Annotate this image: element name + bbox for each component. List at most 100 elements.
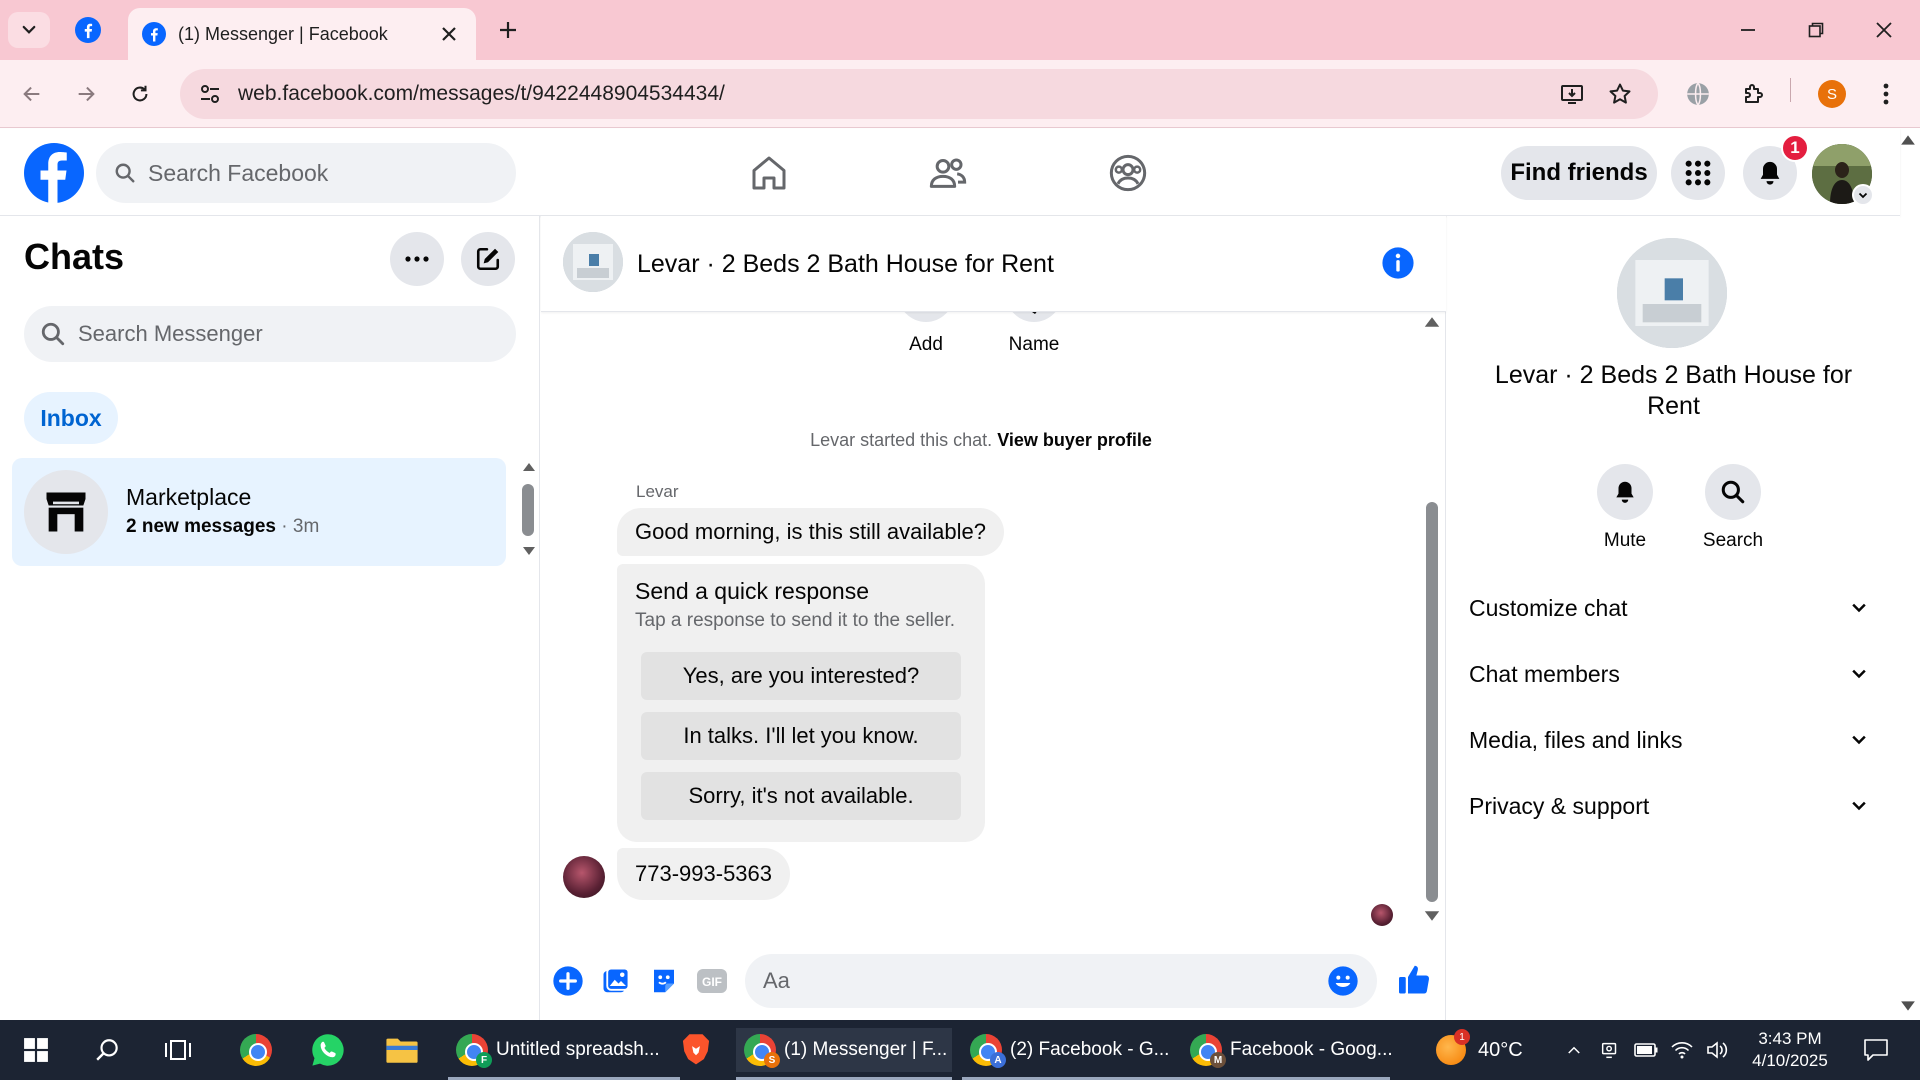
sticker-button[interactable] [647, 964, 681, 998]
send-like-button[interactable] [1394, 960, 1434, 1000]
nav-home[interactable] [739, 143, 799, 203]
taskbar-window-facebook-google[interactable]: M Facebook - Goog... [1182, 1028, 1393, 1072]
quick-response-option[interactable]: Sorry, it's not available. [641, 772, 961, 820]
taskbar-clock[interactable]: 3:43 PM 4/10/2025 [1740, 1028, 1840, 1072]
install-app-button[interactable] [1552, 74, 1592, 114]
chat-started-notice: Levar started this chat. View buyer prof… [541, 430, 1421, 451]
menu-button[interactable] [1671, 146, 1725, 200]
conversation-scroll-up[interactable] [1423, 316, 1441, 328]
chat-list-scroll-down[interactable] [522, 546, 536, 556]
taskbar-file-explorer[interactable] [380, 1028, 424, 1072]
gif-button[interactable]: GIF [695, 964, 729, 998]
taskbar-window-label: Facebook - Goog... [1230, 1039, 1393, 1060]
chat-timestamp: · 3m [281, 516, 320, 537]
new-tab-button[interactable] [492, 14, 524, 46]
nav-friends[interactable] [918, 143, 978, 203]
task-view-button[interactable] [156, 1028, 200, 1072]
taskbar-window-spreadsheet[interactable]: F Untitled spreadsh... [448, 1028, 680, 1072]
more-actions-button[interactable] [551, 964, 585, 998]
pinned-facebook-tab[interactable] [70, 14, 106, 46]
star-icon [1609, 83, 1631, 104]
quick-response-title: Send a quick response [635, 578, 869, 604]
tab-close-button[interactable] [436, 21, 462, 47]
message-composer: GIF Aa [541, 942, 1446, 1020]
search-in-chat-button[interactable]: Search [1693, 464, 1773, 552]
taskbar-window-facebook-2[interactable]: A (2) Facebook - G... [962, 1028, 1182, 1072]
windows-taskbar: F Untitled spreadsh... S (1) Messenger |… [0, 1020, 1920, 1080]
battery-icon [1634, 1043, 1658, 1057]
taskbar-whatsapp[interactable] [306, 1028, 350, 1072]
browser-menu-button[interactable] [1866, 74, 1906, 114]
site-settings-icon[interactable] [198, 82, 222, 106]
back-button[interactable] [12, 74, 52, 114]
message-bubble[interactable]: 773-993-5363 [617, 848, 791, 900]
address-bar[interactable]: web.facebook.com/messages/t/942244890453… [180, 69, 1658, 119]
weather-widget[interactable]: 1 40°C [1436, 1029, 1523, 1070]
chat-preview: 2 new messages · 3m [126, 516, 319, 538]
bookmark-button[interactable] [1600, 74, 1640, 114]
profile-badge-icon: S [764, 1052, 780, 1068]
view-buyer-profile-link[interactable]: View buyer profile [997, 430, 1152, 450]
account-dropdown-button[interactable] [1852, 184, 1874, 206]
reload-button[interactable] [120, 74, 160, 114]
find-friends-button[interactable]: Find friends [1501, 146, 1657, 200]
facebook-logo[interactable] [24, 143, 84, 203]
quick-response-option[interactable]: Yes, are you interested? [641, 652, 961, 700]
translate-button[interactable] [1678, 74, 1718, 114]
conversation-avatar[interactable] [563, 232, 623, 292]
customize-chat-section[interactable]: Customize chat [1469, 588, 1869, 628]
chevron-up-icon [1568, 1046, 1580, 1054]
chat-options-button[interactable] [390, 232, 444, 286]
minimize-button[interactable] [1726, 10, 1770, 50]
details-avatar[interactable] [1617, 238, 1727, 348]
taskbar-search-button[interactable] [86, 1028, 130, 1072]
active-tab[interactable]: (1) Messenger | Facebook [128, 8, 476, 60]
page-scroll-down[interactable] [1900, 1000, 1916, 1012]
notification-center-button[interactable] [1856, 1034, 1896, 1066]
message-input[interactable]: Aa [745, 954, 1377, 1008]
facebook-logo-icon [24, 143, 84, 203]
chat-list-item[interactable]: Marketplace 2 new messages · 3m [12, 458, 506, 566]
quick-response-option[interactable]: In talks. I'll let you know. [641, 712, 961, 760]
brave-lion-icon [682, 1034, 710, 1065]
start-button[interactable] [14, 1028, 58, 1072]
chat-list-scroll-up[interactable] [522, 462, 536, 472]
meet-now-button[interactable] [1594, 1034, 1626, 1066]
battery-indicator[interactable] [1630, 1034, 1662, 1066]
extensions-button[interactable] [1734, 74, 1774, 114]
tab-search-button[interactable] [8, 12, 50, 48]
forward-button[interactable] [66, 74, 106, 114]
sender-avatar[interactable] [563, 856, 605, 898]
restore-button[interactable] [1794, 10, 1838, 50]
conversation-title[interactable]: Levar · 2 Beds 2 Bath House for Rent [637, 250, 1054, 279]
close-window-button[interactable] [1862, 10, 1906, 50]
page-scroll-up[interactable] [1900, 134, 1916, 146]
inbox-filter-tab[interactable]: Inbox [24, 392, 118, 444]
chat-members-section[interactable]: Chat members [1469, 654, 1869, 694]
network-indicator[interactable] [1666, 1034, 1698, 1066]
conversation-info-button[interactable] [1381, 246, 1415, 280]
taskbar-window-messenger[interactable]: S (1) Messenger | F... [736, 1028, 952, 1072]
mute-button[interactable]: Mute [1585, 464, 1665, 552]
conversation-scroll-down[interactable] [1423, 910, 1441, 922]
show-hidden-icons-button[interactable] [1558, 1034, 1590, 1066]
messenger-search-input[interactable]: Search Messenger [24, 306, 516, 362]
attach-photo-button[interactable] [599, 964, 633, 998]
message-bubble[interactable]: Good morning, is this still available? [617, 508, 1004, 556]
facebook-search-input[interactable]: Search Facebook [96, 143, 516, 203]
new-message-button[interactable] [461, 232, 515, 286]
chat-list-scrollbar[interactable] [522, 484, 534, 536]
name-action-label: Name [1008, 334, 1060, 355]
conversation-scrollbar[interactable] [1426, 502, 1438, 902]
taskbar-brave[interactable] [674, 1028, 718, 1072]
info-icon [1382, 247, 1414, 279]
nav-groups[interactable] [1098, 143, 1158, 203]
taskbar-chrome[interactable] [234, 1028, 278, 1072]
privacy-support-section[interactable]: Privacy & support [1469, 786, 1869, 826]
chevron-down-icon [1852, 603, 1866, 613]
emoji-icon[interactable] [1327, 965, 1359, 997]
url-text: web.facebook.com/messages/t/942244890453… [238, 82, 725, 105]
volume-indicator[interactable] [1702, 1034, 1734, 1066]
media-files-links-section[interactable]: Media, files and links [1469, 720, 1869, 760]
profile-button[interactable]: S [1812, 74, 1852, 114]
